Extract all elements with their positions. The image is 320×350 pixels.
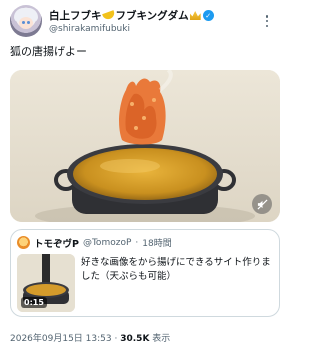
author-display-name[interactable]: 白上フブキ [49,8,102,23]
author-name-row[interactable]: 白上フブキ フブキングダム ✓ [49,8,214,23]
quoted-author-name[interactable]: トモぞヴP [34,236,79,250]
crown-emoji-icon [189,11,201,20]
verified-badge-icon[interactable]: ✓ [202,10,214,21]
quoted-time-ago[interactable]: 18時間 [142,236,171,249]
views-label: 表示 [152,334,171,344]
avatar-eye [27,21,30,24]
fryer-pot-image [10,70,280,222]
author-name-suffix[interactable]: フブキングダム [116,8,189,23]
author-avatar[interactable] [10,5,42,37]
quoted-video-thumbnail[interactable]: 0:15 [17,254,75,312]
more-options-icon[interactable] [260,14,274,28]
speaker-muted-icon[interactable] [252,194,272,214]
quoted-separator: · [135,237,139,248]
author-handle[interactable]: @shirakamifubuki [49,24,130,34]
quoted-tweet[interactable]: トモぞヴP @TomozoP · 18時間 0:15 好きな画像をから揚げにでき… [10,229,280,317]
banana-emoji-icon [101,10,116,21]
quoted-author-avatar[interactable] [17,236,30,249]
tweet-text: 狐の唐揚げよー [10,45,87,58]
timestamp-separator: · [114,334,118,344]
video-duration-badge: 0:15 [21,297,47,308]
avatar-eye [22,21,25,24]
quoted-tweet-header: トモぞヴP @TomozoP · 18時間 [34,235,172,250]
quoted-tweet-text: 好きな画像をから揚げにできるサイト作りました（天ぷらも可能） [81,257,271,282]
tweet-timestamp-row: 2026年09月15日 13:53 · 30.5K 表示 [10,331,170,344]
tweet-timestamp[interactable]: 2026年09月15日 13:53 [10,334,112,344]
tweet-video[interactable] [10,70,280,222]
views-count: 30.5K [120,334,150,344]
quoted-author-handle[interactable]: @TomozoP [83,238,131,248]
